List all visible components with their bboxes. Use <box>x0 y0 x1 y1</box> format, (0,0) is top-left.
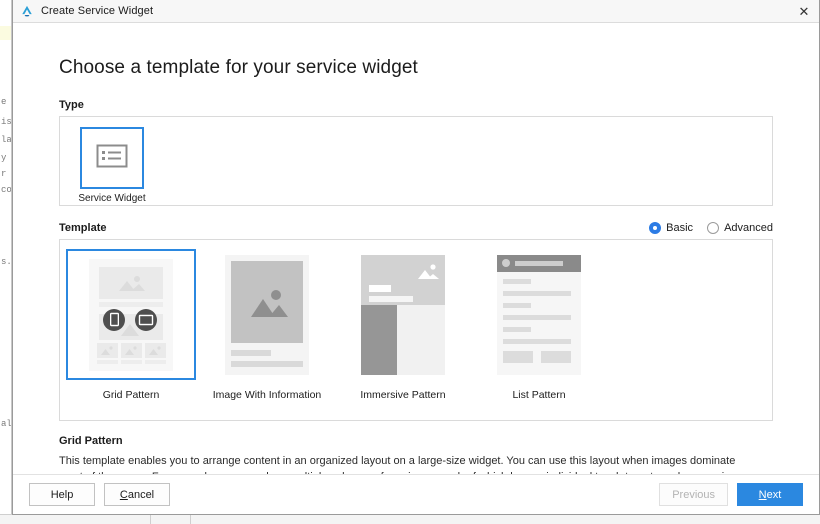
template-section-header: Template Basic Advanced <box>59 222 773 234</box>
next-label-rest: ext <box>766 488 782 501</box>
image-placeholder-icon <box>101 345 113 355</box>
preview-content-block <box>397 304 445 375</box>
preview-grid-cell <box>121 342 142 358</box>
template-card-thumbnail <box>202 249 332 380</box>
dialog-footer: Help Cancel Previous Next <box>13 474 819 514</box>
radio-basic-icon[interactable] <box>649 222 662 234</box>
type-section-label: Type <box>59 99 84 111</box>
template-card-thumbnail <box>474 249 604 380</box>
background-status-divider <box>190 514 191 524</box>
template-card-label: Grid Pattern <box>102 389 160 401</box>
radio-advanced-icon[interactable] <box>707 222 720 234</box>
template-card-thumbnail <box>66 249 196 380</box>
dialog-body: Choose a template for your service widge… <box>13 23 819 474</box>
footer-left-buttons: Help Cancel <box>29 483 170 506</box>
avatar <box>502 259 510 267</box>
preview-button-block <box>541 350 571 363</box>
list-pattern-preview <box>497 254 581 375</box>
cancel-label-rest: ancel <box>127 488 155 501</box>
next-button[interactable]: Next <box>737 483 803 506</box>
preview-text-bar <box>503 326 531 332</box>
preview-text-bar <box>503 290 571 296</box>
preview-text-bar <box>503 302 531 308</box>
preview-grid-cell <box>145 342 166 358</box>
description-title: Grid Pattern <box>59 435 123 447</box>
template-card-label: List Pattern <box>512 389 566 401</box>
immersive-pattern-preview <box>361 254 445 375</box>
background-text-fragment: co <box>1 185 12 195</box>
background-text-fragment: la <box>1 135 12 145</box>
create-service-widget-dialog: Create Service Widget ✕ Choose a templat… <box>12 0 820 515</box>
preview-text-bar <box>503 314 571 320</box>
preview-text-bar <box>145 359 166 364</box>
preview-text-bar <box>231 349 271 356</box>
template-card-image-with-information[interactable]: Image With Information <box>199 246 335 401</box>
radio-advanced-label: Advanced <box>724 222 773 234</box>
background-status-divider <box>150 514 151 524</box>
template-card-grid-pattern[interactable]: Grid Pattern <box>63 246 199 401</box>
template-panel: Grid Pattern Image With Information Imme… <box>59 239 773 421</box>
type-card-service-widget[interactable]: Service Widget <box>78 127 146 204</box>
template-card-label: Image With Information <box>212 389 322 401</box>
background-text-fragment: s. <box>1 257 12 267</box>
preview-text-bar <box>99 301 163 307</box>
preview-button-block <box>503 350 533 363</box>
description-body: This template enables you to arrange con… <box>59 455 736 474</box>
image-placeholder-icon <box>251 289 288 317</box>
page-title: Choose a template for your service widge… <box>59 57 418 78</box>
background-text-fragment: al <box>1 419 12 429</box>
preview-text-bar <box>121 359 142 364</box>
preview-text-bar <box>369 284 391 292</box>
previous-button: Previous <box>659 483 728 506</box>
preview-sidebar-block <box>361 304 397 375</box>
image-with-information-preview <box>225 254 309 375</box>
background-text-fragment: e <box>1 97 7 107</box>
image-placeholder-icon <box>149 345 161 355</box>
harmony-logo-icon <box>20 4 34 18</box>
preview-text-bar <box>503 338 571 344</box>
radio-basic[interactable]: Basic <box>649 222 693 234</box>
close-icon[interactable]: ✕ <box>789 0 819 22</box>
image-placeholder-icon <box>125 345 137 355</box>
footer-right-buttons: Previous Next <box>659 483 803 506</box>
type-card-label: Service Widget <box>78 193 146 204</box>
dialog-titlebar: Create Service Widget ✕ <box>13 0 819 23</box>
background-highlight <box>0 26 11 40</box>
help-button[interactable]: Help <box>29 483 95 506</box>
tablet-device-icon <box>135 308 157 331</box>
cancel-mnemonic: C <box>119 488 128 501</box>
image-placeholder-icon <box>119 275 145 291</box>
preview-text-bar <box>503 278 531 284</box>
radio-advanced[interactable]: Advanced <box>707 222 773 234</box>
dialog-title: Create Service Widget <box>41 5 154 17</box>
background-left-strip: e is la y r co s. al <box>0 0 12 524</box>
template-card-immersive-pattern[interactable]: Immersive Pattern <box>335 246 471 401</box>
preview-text-bar <box>97 359 118 364</box>
type-panel: Service Widget <box>59 116 773 206</box>
preview-image-block <box>231 260 303 343</box>
preview-header-bar <box>497 254 581 272</box>
preview-title-bar <box>515 260 563 266</box>
preview-grid-cell <box>97 342 118 358</box>
cancel-button[interactable]: Cancel <box>104 483 170 506</box>
preview-text-bar <box>231 360 303 367</box>
list-layout-icon <box>96 144 128 173</box>
type-card-thumbnail <box>80 127 144 189</box>
background-status-bar <box>0 514 820 524</box>
background-text-fragment: r <box>1 169 7 179</box>
template-card-list-pattern[interactable]: List Pattern <box>471 246 607 401</box>
radio-basic-label: Basic <box>666 222 694 234</box>
preview-image-block <box>99 266 163 299</box>
preview-text-bar <box>369 295 413 302</box>
template-section-label: Template <box>59 222 107 234</box>
phone-device-icon <box>103 308 125 331</box>
background-text-fragment: is <box>1 117 12 127</box>
template-card-label: Immersive Pattern <box>360 389 446 401</box>
next-mnemonic: N <box>758 488 767 501</box>
background-text-fragment: y <box>1 153 7 163</box>
template-card-thumbnail <box>338 249 468 380</box>
grid-pattern-preview <box>89 258 173 371</box>
template-mode-radio-group: Basic Advanced <box>649 222 773 234</box>
